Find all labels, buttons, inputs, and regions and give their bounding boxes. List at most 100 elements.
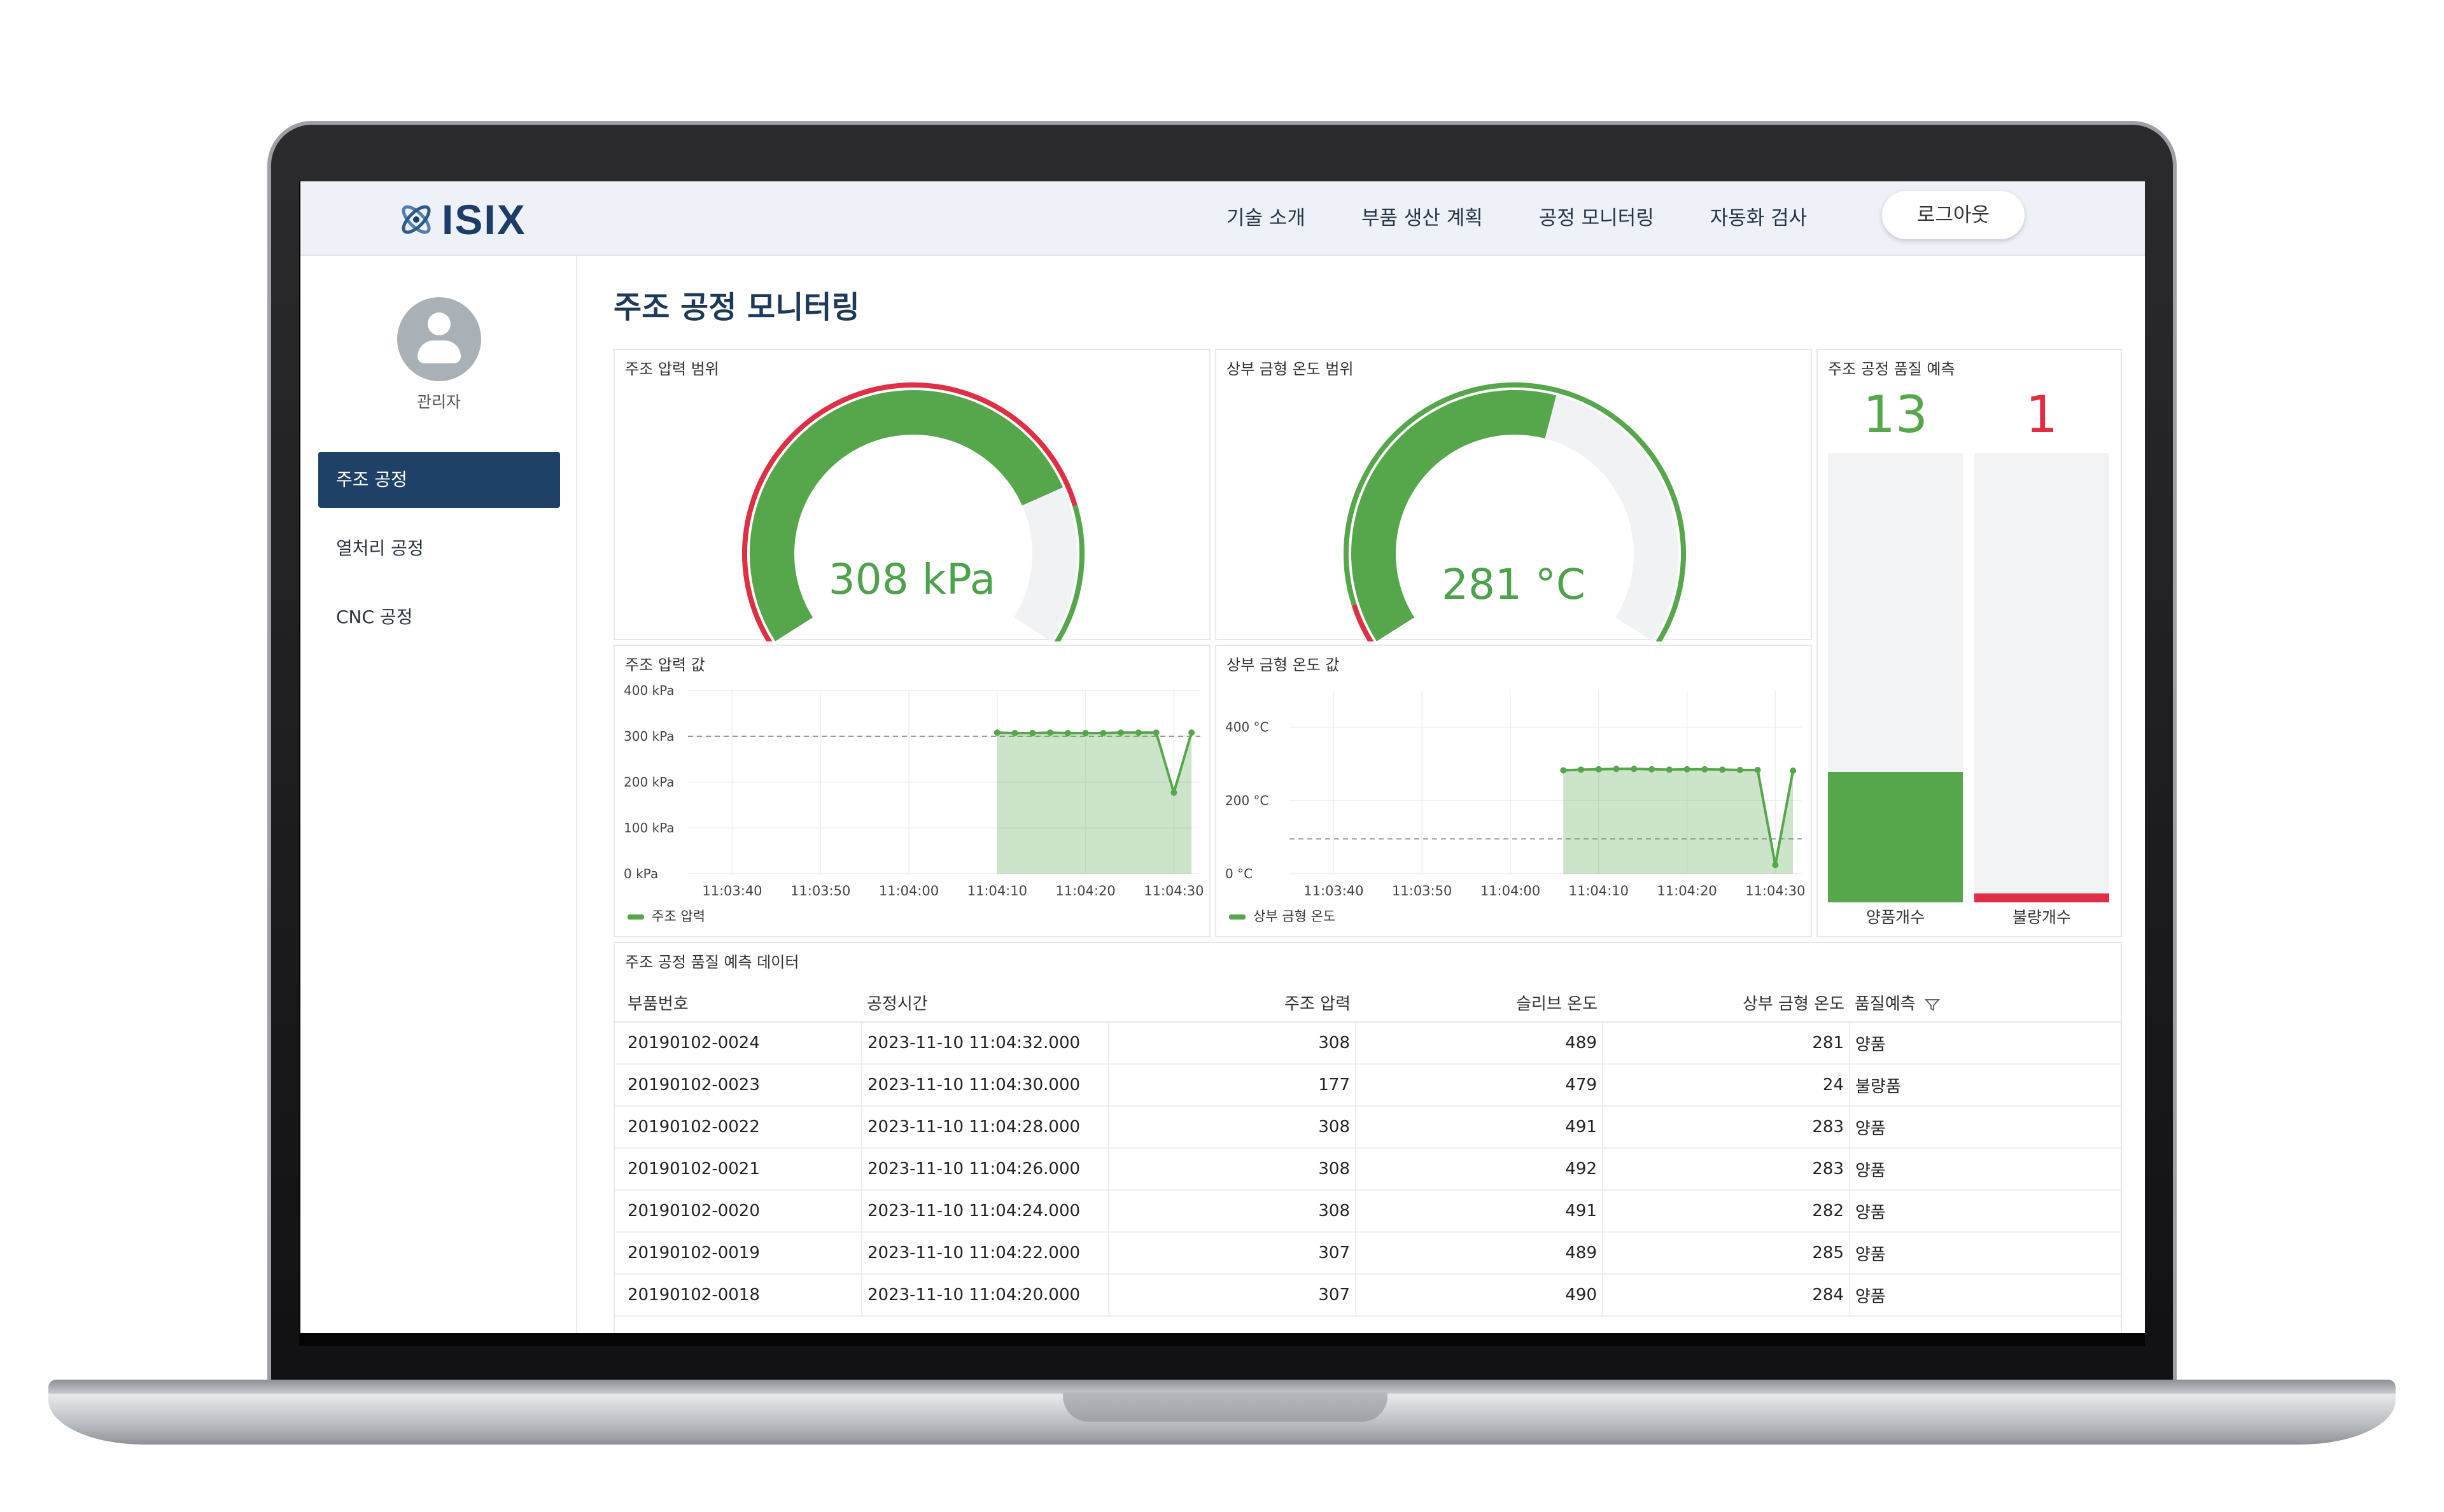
pressure-chart-panel: 주조 압력 값 11:03:40 11:03:50 11:04:00 11:04:10…: [614, 645, 1211, 937]
bad-bar-track: [1974, 453, 2109, 902]
logout-button[interactable]: 로그아웃: [1882, 191, 2025, 239]
data-point[interactable]: [1648, 766, 1655, 773]
data-point[interactable]: [1153, 729, 1160, 736]
data-point[interactable]: [1188, 729, 1195, 736]
cell-part-no: 20190102-0022: [615, 1106, 862, 1149]
column-header-process-time[interactable]: 공정시간: [862, 984, 1109, 1023]
cell-casting-pressure: 307: [1109, 1232, 1356, 1275]
data-point[interactable]: [1772, 862, 1779, 869]
bad-bar-fill: [1974, 893, 2109, 902]
x-tick-label: 11:04:30: [1745, 883, 1805, 899]
cell-upper-mold-temp: 281: [1603, 1022, 1850, 1065]
cell-part-no: 20190102-0019: [615, 1232, 862, 1275]
nav-auto-inspection[interactable]: 자동화 검사: [1710, 200, 1807, 236]
cell-part-no: 20190102-0018: [615, 1274, 862, 1317]
table-row[interactable]: 20190102-0019 2023-11-10 11:04:22.000 307 4…: [615, 1232, 2121, 1275]
x-tick-label: 11:04:20: [1055, 883, 1115, 899]
data-point[interactable]: [1595, 766, 1602, 773]
good-bar-fill: [1828, 772, 1963, 902]
nav-production-plan[interactable]: 부품 생산 계획: [1361, 200, 1483, 236]
data-point[interactable]: [1029, 729, 1036, 736]
legend-swatch: [628, 914, 644, 920]
avatar[interactable]: [397, 297, 481, 381]
sidebar-item-heat-treatment[interactable]: 열처리 공정: [318, 521, 560, 577]
data-point[interactable]: [1082, 729, 1089, 736]
y-tick-label: 400 kPa: [624, 683, 675, 698]
cell-quality: 양품: [1850, 1022, 2121, 1065]
x-tick-label: 11:04:20: [1657, 883, 1717, 899]
data-point[interactable]: [994, 729, 1001, 736]
legend-label[interactable]: 상부 금형 온도: [1253, 909, 1335, 924]
data-point[interactable]: [1100, 729, 1107, 736]
data-point[interactable]: [1666, 766, 1673, 773]
cell-upper-mold-temp: 285: [1603, 1232, 1850, 1275]
bad-count: 1: [2025, 385, 2058, 444]
table-row[interactable]: 20190102-0023 2023-11-10 11:04:30.000 177 4…: [615, 1064, 2121, 1107]
good-bar-label: 양품개수: [1865, 908, 1925, 927]
sidebar-item-casting[interactable]: 주조 공정: [318, 452, 560, 508]
data-point[interactable]: [1754, 766, 1761, 773]
column-header-quality[interactable]: 품질예측: [1850, 984, 2121, 1023]
data-point[interactable]: [1047, 729, 1054, 736]
prediction-table: 부품번호 공정시간 주조 압력 슬리브 온도 상부 금형 온도 품질예측 201…: [615, 984, 2121, 1317]
filter-icon[interactable]: [1924, 998, 1941, 1012]
user-head-icon: [428, 312, 451, 335]
cell-casting-pressure: 308: [1109, 1190, 1356, 1233]
sidebar: 관리자 주조 공정 열처리 공정 CNC 공정: [300, 256, 577, 1333]
column-header-casting-pressure[interactable]: 주조 압력: [1109, 984, 1356, 1023]
data-point[interactable]: [1135, 729, 1142, 736]
y-tick-label: 200 kPa: [624, 774, 675, 790]
cell-process-time: 2023-11-10 11:04:32.000: [862, 1022, 1109, 1065]
table-row[interactable]: 20190102-0018 2023-11-10 11:04:20.000 307 4…: [615, 1274, 2121, 1317]
data-point[interactable]: [1011, 729, 1018, 736]
page-title: 주조 공정 모니터링: [614, 290, 860, 325]
data-point[interactable]: [1719, 766, 1726, 773]
cell-sleeve-temp: 490: [1356, 1274, 1603, 1317]
prediction-table-panel: 주조 공정 품질 예측 데이터 부품번호 공정시간 주조 압력 슬리브 온도 상…: [614, 942, 2122, 1333]
cell-process-time: 2023-11-10 11:04:24.000: [862, 1190, 1109, 1233]
table-row[interactable]: 20190102-0022 2023-11-10 11:04:28.000 308 4…: [615, 1106, 2121, 1149]
cell-part-no: 20190102-0021: [615, 1148, 862, 1191]
table-row[interactable]: 20190102-0021 2023-11-10 11:04:26.000 308 4…: [615, 1148, 2121, 1191]
data-point[interactable]: [1701, 766, 1708, 773]
nav-tech-intro[interactable]: 기술 소개: [1226, 200, 1305, 236]
table-row[interactable]: 20190102-0020 2023-11-10 11:04:24.000 308 4…: [615, 1190, 2121, 1233]
cell-process-time: 2023-11-10 11:04:28.000: [862, 1106, 1109, 1149]
y-tick-label: 200 °C: [1225, 793, 1269, 808]
y-tick-label: 0 kPa: [624, 866, 658, 881]
table-row[interactable]: 20190102-0024 2023-11-10 11:04:32.000 308 4…: [615, 1022, 2121, 1065]
brand-name: ISIX: [442, 196, 526, 243]
cell-quality: 양품: [1850, 1190, 2121, 1233]
top-navbar: ISIX 기술 소개 부품 생산 계획 공정 모니터링 자동화 검사 로그아웃: [300, 181, 2145, 256]
cell-process-time: 2023-11-10 11:04:30.000: [862, 1064, 1109, 1107]
main-nav: 기술 소개 부품 생산 계획 공정 모니터링 자동화 검사: [1226, 200, 1863, 236]
sidebar-item-cnc[interactable]: CNC 공정: [318, 589, 560, 645]
cell-sleeve-temp: 479: [1356, 1064, 1603, 1107]
y-tick-label: 0 °C: [1225, 866, 1253, 881]
cell-process-time: 2023-11-10 11:04:20.000: [862, 1274, 1109, 1317]
brand-logo[interactable]: ISIX: [397, 195, 526, 244]
column-header-sleeve-temp[interactable]: 슬리브 온도: [1356, 984, 1603, 1023]
legend-label[interactable]: 주조 압력: [652, 909, 705, 924]
data-point[interactable]: [1631, 766, 1638, 773]
data-point[interactable]: [1578, 766, 1585, 773]
column-header-upper-mold-temp[interactable]: 상부 금형 온도: [1603, 984, 1850, 1023]
cell-sleeve-temp: 492: [1356, 1148, 1603, 1191]
data-point[interactable]: [1613, 766, 1620, 773]
data-point[interactable]: [1683, 766, 1690, 773]
data-point[interactable]: [1736, 766, 1743, 773]
column-header-part-no[interactable]: 부품번호: [615, 984, 862, 1023]
x-tick-label: 11:04:00: [879, 883, 939, 899]
cell-upper-mold-temp: 284: [1603, 1274, 1850, 1317]
nav-process-monitoring[interactable]: 공정 모니터링: [1539, 200, 1654, 236]
data-point[interactable]: [1118, 729, 1125, 736]
data-point[interactable]: [1560, 767, 1567, 774]
data-point[interactable]: [1790, 767, 1797, 774]
x-tick-label: 11:04:10: [1569, 883, 1629, 899]
data-point[interactable]: [1064, 729, 1071, 736]
cell-casting-pressure: 308: [1109, 1022, 1356, 1065]
data-point[interactable]: [1170, 789, 1177, 796]
y-tick-label: 300 kPa: [624, 729, 675, 744]
cell-upper-mold-temp: 282: [1603, 1190, 1850, 1233]
cell-quality: 양품: [1850, 1148, 2121, 1191]
